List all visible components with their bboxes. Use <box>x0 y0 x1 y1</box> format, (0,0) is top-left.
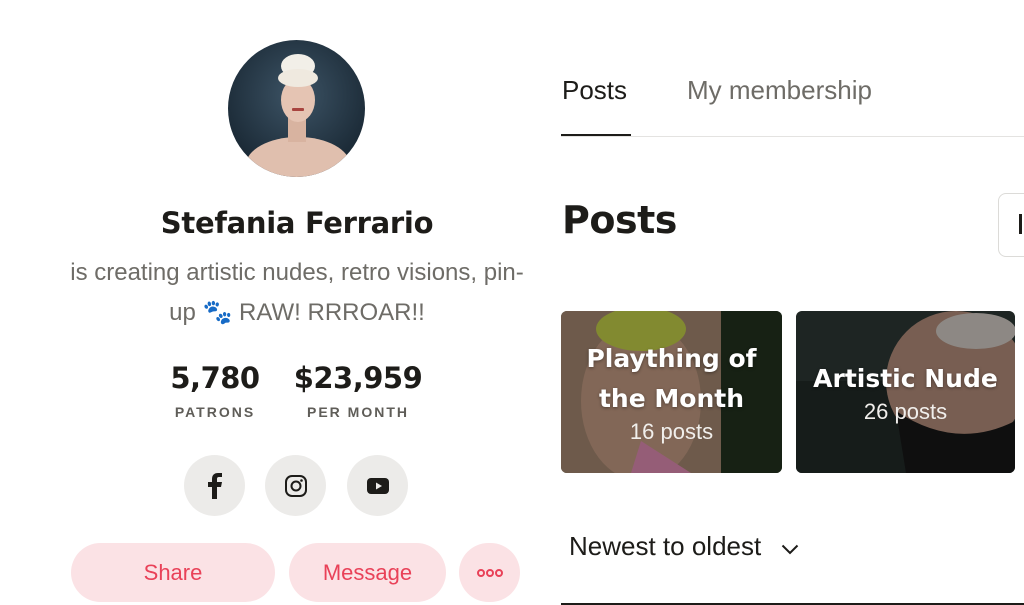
avatar-image <box>228 40 365 177</box>
collection-card[interactable]: Artistic Nude 26 posts <box>796 311 1015 473</box>
text-cursor-icon <box>1019 214 1022 234</box>
collection-post-count: 16 posts <box>629 419 714 444</box>
tab-my-membership[interactable]: My membership <box>687 74 872 106</box>
tab-posts[interactable]: Posts <box>562 74 627 106</box>
share-button[interactable]: Share <box>71 543 275 602</box>
sort-dropdown[interactable]: Newest to oldest <box>569 531 799 562</box>
earnings-label: PER MONTH <box>307 404 409 420</box>
more-options-button[interactable] <box>459 543 520 602</box>
collection-title: Plaything of the Month <box>586 344 757 413</box>
stat-patrons: 5,780 PATRONS <box>160 360 270 420</box>
collection-card[interactable]: Plaything of the Month 16 posts <box>561 311 782 473</box>
patrons-label: PATRONS <box>174 404 256 420</box>
avatar[interactable] <box>228 40 365 177</box>
earnings-amount: $23,959 <box>293 361 423 395</box>
tabs-divider <box>561 136 1024 137</box>
youtube-button[interactable] <box>347 455 408 516</box>
stat-earnings: $23,959 PER MONTH <box>288 360 428 420</box>
patrons-count: 5,780 <box>170 361 260 395</box>
posts-heading: Posts <box>562 198 677 242</box>
message-button[interactable]: Message <box>289 543 446 602</box>
more-icon <box>476 568 503 577</box>
instagram-icon <box>284 474 307 497</box>
creator-tagline: is creating artistic nudes, retro vision… <box>70 259 524 326</box>
search-input[interactable] <box>998 193 1024 257</box>
facebook-icon <box>207 472 222 499</box>
collection-title: Artistic Nude <box>813 364 998 393</box>
youtube-icon <box>366 477 389 494</box>
instagram-button[interactable] <box>265 455 326 516</box>
creator-name: Stefania Ferrario <box>160 206 434 240</box>
facebook-button[interactable] <box>184 455 245 516</box>
collection-post-count: 26 posts <box>863 399 948 424</box>
chevron-down-icon <box>781 531 799 562</box>
sort-label: Newest to oldest <box>569 531 762 561</box>
